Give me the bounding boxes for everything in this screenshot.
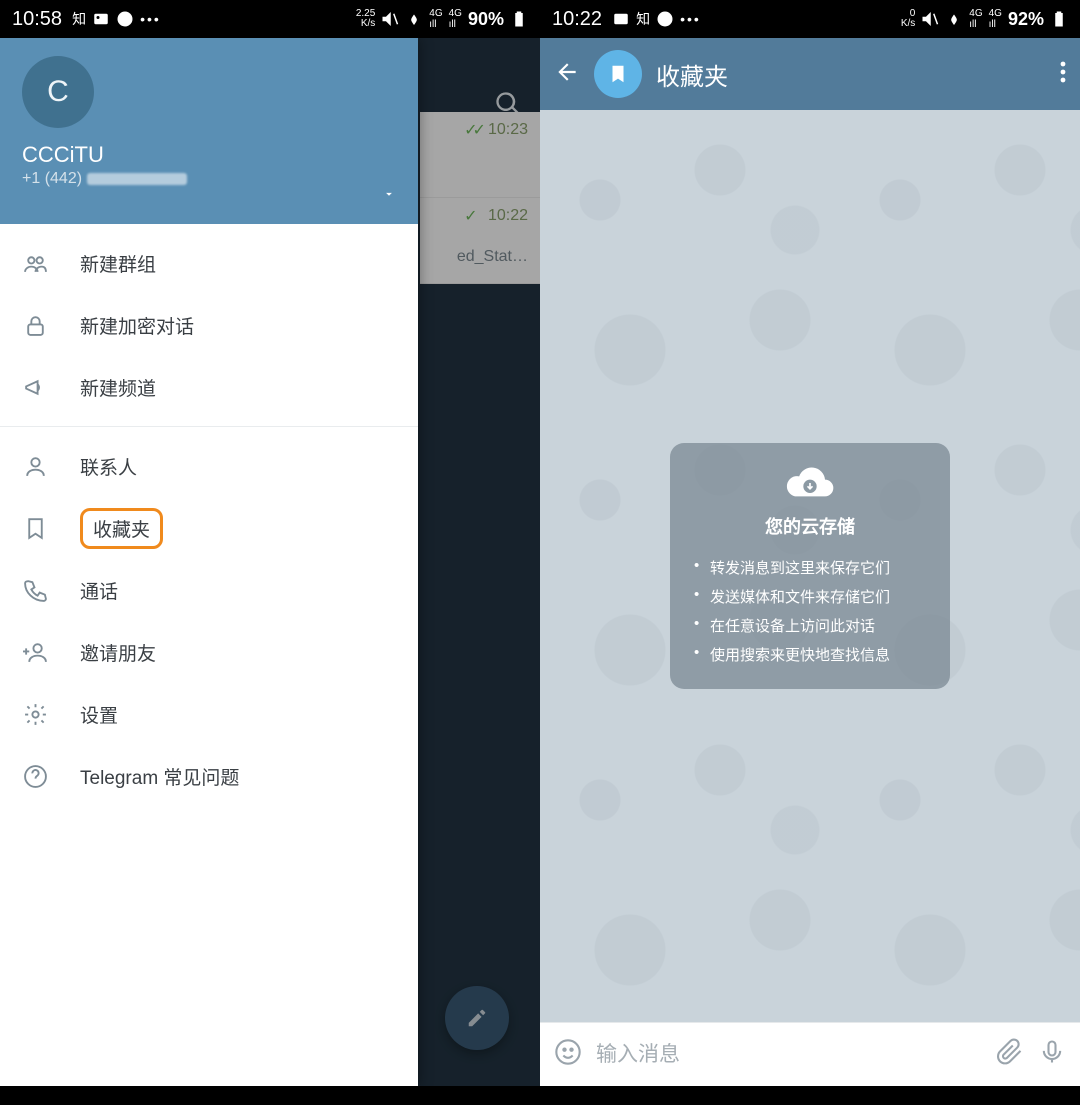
menu-label: Telegram 常见问题	[80, 763, 239, 790]
menu-label: 联系人	[80, 453, 137, 480]
status-right-icons: 2.25 K/s 4Gıll 4Gıll 90%	[356, 8, 528, 30]
mute-icon	[381, 10, 399, 28]
chat-title: 收藏夹	[656, 57, 1046, 92]
info-title: 您的云存储	[694, 513, 926, 539]
attach-button[interactable]	[996, 1038, 1024, 1071]
menu-label: 收藏夹	[80, 508, 163, 549]
cloud-download-icon	[783, 463, 837, 503]
read-check-icon: ✓✓	[464, 120, 481, 140]
info-bullet: 在任意设备上访问此对话	[694, 611, 926, 640]
emoji-button[interactable]	[554, 1038, 582, 1071]
arrow-left-icon	[554, 59, 580, 85]
menu-new-channel[interactable]: 新建频道	[0, 356, 418, 418]
megaphone-icon	[22, 375, 48, 400]
status-bar: 10:22 知 ••• 0 K/s 4Gıll 4Gıll 92%	[540, 0, 1080, 38]
chat-topbar: 收藏夹	[540, 38, 1080, 110]
kebab-icon	[1060, 60, 1066, 84]
menu-label: 邀请朋友	[80, 639, 156, 666]
expand-accounts-button[interactable]	[382, 187, 396, 206]
wifi-icon	[405, 10, 423, 28]
info-bullet: 转发消息到这里来保存它们	[694, 553, 926, 582]
info-bullet: 使用搜索来更快地查找信息	[694, 640, 926, 669]
person-icon	[22, 454, 48, 479]
status-time: 10:58	[12, 8, 62, 31]
status-left-icons: 知 •••	[72, 9, 161, 29]
mic-button[interactable]	[1038, 1038, 1066, 1071]
bookmark-icon	[607, 63, 629, 85]
menu-new-group[interactable]: 新建群组	[0, 232, 418, 294]
menu-contacts[interactable]: 联系人	[0, 435, 418, 497]
left-screenshot: 10:58 知 ••• 2.25 K/s 4Gıll 4Gıll 90% ✓✓1…	[0, 0, 540, 1105]
right-screenshot: 10:22 知 ••• 0 K/s 4Gıll 4Gıll 92% 收藏夹	[540, 0, 1080, 1105]
microphone-icon	[1038, 1038, 1066, 1066]
mute-icon	[921, 10, 939, 28]
bookmark-icon	[22, 516, 48, 541]
more-button[interactable]	[1060, 60, 1066, 89]
account-name: CCCiTU	[22, 142, 396, 168]
message-composer	[540, 1022, 1080, 1086]
chat-list-peek: ✓✓10:23 ✓ 10:22 ed_Stat…	[420, 112, 540, 284]
menu-settings[interactable]: 设置	[0, 683, 418, 745]
android-navbar	[540, 1086, 1080, 1105]
back-button[interactable]	[554, 59, 580, 90]
status-time: 10:22	[552, 8, 602, 31]
compose-fab[interactable]	[445, 986, 509, 1050]
menu-label: 通话	[80, 577, 118, 604]
chat-body[interactable]: 您的云存储 转发消息到这里来保存它们 发送媒体和文件来存储它们 在任意设备上访问…	[540, 110, 1080, 1022]
menu-saved-messages[interactable]: 收藏夹	[0, 497, 418, 559]
drawer-header[interactable]: C CCCiTU +1 (442)	[0, 38, 418, 224]
chat-row[interactable]: ✓✓10:23	[420, 112, 540, 198]
account-phone: +1 (442)	[22, 170, 396, 188]
menu-label: 新建群组	[80, 250, 156, 277]
menu-calls[interactable]: 通话	[0, 559, 418, 621]
avatar[interactable]: C	[22, 56, 94, 128]
android-navbar	[0, 1086, 540, 1105]
menu-faq[interactable]: Telegram 常见问题	[0, 745, 418, 807]
add-person-icon	[22, 640, 48, 665]
menu-label: 新建频道	[80, 374, 156, 401]
navigation-drawer: C CCCiTU +1 (442) 新建群组 新建加密对话 新建频道	[0, 38, 418, 1086]
lock-icon	[22, 313, 48, 338]
cloud-storage-info: 您的云存储 转发消息到这里来保存它们 发送媒体和文件来存储它们 在任意设备上访问…	[670, 443, 950, 689]
battery-icon	[1050, 10, 1068, 28]
search-icon[interactable]	[494, 90, 522, 123]
saved-avatar[interactable]	[594, 50, 642, 98]
smile-icon	[554, 1038, 582, 1066]
wifi-icon	[945, 10, 963, 28]
battery-icon	[510, 10, 528, 28]
phone-icon	[22, 578, 48, 603]
chevron-down-icon	[382, 187, 396, 201]
pencil-icon	[466, 1007, 488, 1029]
menu-label: 新建加密对话	[80, 312, 194, 339]
info-bullet: 发送媒体和文件来存储它们	[694, 582, 926, 611]
gear-icon	[22, 702, 48, 727]
message-input[interactable]	[596, 1043, 982, 1067]
menu-label: 设置	[80, 701, 118, 728]
menu-invite-friends[interactable]: 邀请朋友	[0, 621, 418, 683]
paperclip-icon	[996, 1038, 1024, 1066]
status-bar: 10:58 知 ••• 2.25 K/s 4Gıll 4Gıll 90%	[0, 0, 540, 38]
help-icon	[22, 764, 48, 789]
group-icon	[22, 251, 48, 276]
chat-row[interactable]: ✓ 10:22 ed_Stat…	[420, 198, 540, 284]
menu-secret-chat[interactable]: 新建加密对话	[0, 294, 418, 356]
